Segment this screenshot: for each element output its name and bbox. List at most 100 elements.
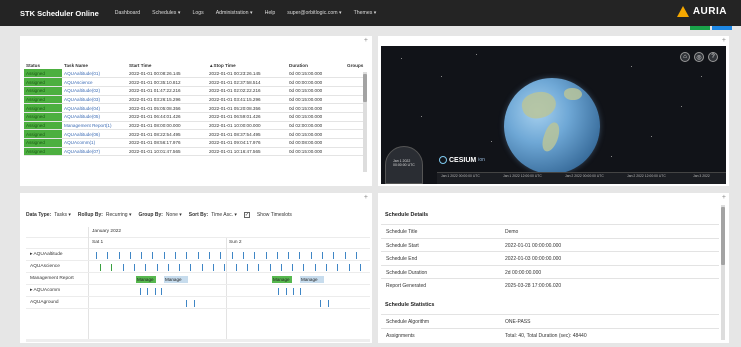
col-start-time[interactable]: Start Time: [127, 62, 207, 69]
earth-globe[interactable]: [504, 78, 600, 174]
gantt-task-bar[interactable]: Manage: [136, 276, 156, 283]
gantt-task-mark[interactable]: [107, 252, 109, 259]
gantt-task-mark[interactable]: [356, 252, 358, 259]
gantt-task-mark[interactable]: [337, 264, 339, 271]
sort-by-select[interactable]: Time Asc. ▾: [211, 212, 237, 218]
gantt-task-mark[interactable]: [288, 252, 290, 259]
gantt-task-mark[interactable]: [157, 264, 159, 271]
gantt-task-mark[interactable]: [270, 264, 272, 271]
nav-administration[interactable]: Administration ▾: [216, 10, 253, 16]
gantt-task-mark[interactable]: [100, 264, 102, 271]
gantt-task-mark[interactable]: [111, 264, 113, 271]
gantt-task-mark[interactable]: [119, 252, 121, 259]
gantt-task-mark[interactable]: [236, 264, 238, 271]
table-row[interactable]: Assigned AQUAaltitude(05) 2022-01-01 06:44…: [24, 112, 366, 122]
nav-help[interactable]: Help: [265, 10, 276, 16]
nav-user-menu[interactable]: super@orbitlogic.com ▾: [287, 10, 341, 16]
table-row[interactable]: Assigned AQUAaltitude(07) 2022-01-01 10:01…: [24, 147, 366, 157]
col-task-name[interactable]: Task Name: [62, 62, 127, 69]
nav-themes[interactable]: Themes ▾: [354, 10, 377, 16]
gantt-task-mark[interactable]: [311, 252, 313, 259]
panel-add-icon[interactable]: +: [722, 194, 726, 201]
gantt-task-mark[interactable]: [186, 300, 188, 307]
gantt-task-mark[interactable]: [232, 252, 234, 259]
gantt-row-aquaground[interactable]: AQUAground: [26, 298, 370, 309]
gantt-task-mark[interactable]: [299, 252, 301, 259]
gantt-task-mark[interactable]: [328, 300, 330, 307]
gantt-task-mark[interactable]: [247, 264, 249, 271]
table-scrollbar-thumb[interactable]: [363, 74, 367, 102]
gantt-task-mark[interactable]: [152, 252, 154, 259]
gantt-task-mark[interactable]: [220, 252, 222, 259]
gantt-task-mark[interactable]: [360, 264, 362, 271]
gantt-task-mark[interactable]: [326, 264, 328, 271]
gantt-task-mark[interactable]: [190, 264, 192, 271]
animation-clock-widget[interactable]: Jan 1 2022 00:00:00 UTC: [385, 146, 423, 184]
timeline-bar[interactable]: Jan 1 2022 00:00:00 UTC Jan 1 2022 12:00…: [437, 172, 726, 184]
gantt-task-mark[interactable]: [315, 264, 317, 271]
panel-add-icon[interactable]: +: [722, 37, 726, 44]
group-by-select[interactable]: None ▾: [166, 212, 182, 218]
gantt-task-mark[interactable]: [293, 288, 295, 295]
gantt-task-mark[interactable]: [258, 264, 260, 271]
gantt-task-mark[interactable]: [168, 264, 170, 271]
gantt-task-mark[interactable]: [300, 288, 302, 295]
nav-logs[interactable]: Logs: [192, 10, 203, 16]
table-row[interactable]: Assigned AQUAcomm(1) 2022-01-01 08:56:17.9…: [24, 138, 366, 148]
table-row[interactable]: Assigned AQUAaltitude(01) 2022-01-01 00:08…: [24, 69, 366, 79]
gantt-task-mark[interactable]: [140, 288, 142, 295]
gantt-task-mark[interactable]: [209, 252, 211, 259]
gantt-task-mark[interactable]: [243, 252, 245, 259]
nav-schedules[interactable]: Schedules ▾: [152, 10, 180, 16]
cesium-credit-logo[interactable]: CESIUM ion: [439, 156, 485, 164]
gantt-task-mark[interactable]: [161, 288, 163, 295]
gantt-task-mark[interactable]: [141, 252, 143, 259]
gantt-task-mark[interactable]: [175, 252, 177, 259]
gantt-task-mark[interactable]: [194, 300, 196, 307]
show-timeslots-checkbox[interactable]: ✓: [243, 212, 250, 218]
gantt-task-mark[interactable]: [333, 252, 335, 259]
gantt-task-mark[interactable]: [147, 288, 149, 295]
gantt-task-mark[interactable]: [213, 264, 215, 271]
gantt-horizontal-scrollbar[interactable]: [26, 339, 370, 342]
gantt-task-bar[interactable]: Manage: [272, 276, 292, 283]
panel-add-icon[interactable]: +: [364, 37, 368, 44]
gantt-task-mark[interactable]: [278, 288, 280, 295]
gantt-task-mark[interactable]: [303, 264, 305, 271]
gantt-task-mark[interactable]: [155, 288, 157, 295]
table-row[interactable]: Assigned AQUAscience 2022-01-01 00:35:10.8…: [24, 77, 366, 87]
gantt-task-mark[interactable]: [224, 264, 226, 271]
gantt-task-mark[interactable]: [134, 264, 136, 271]
gantt-task-mark[interactable]: [186, 252, 188, 259]
home-view-button[interactable]: ⌂: [680, 52, 690, 62]
gantt-task-mark[interactable]: [202, 264, 204, 271]
rollup-by-select[interactable]: Recurring ▾: [106, 212, 132, 218]
gantt-task-mark[interactable]: [96, 252, 98, 259]
table-row[interactable]: Assigned AQUAaltitude(03) 2022-01-01 03:26…: [24, 95, 366, 105]
gantt-task-mark[interactable]: [322, 252, 324, 259]
gantt-task-mark[interactable]: [164, 252, 166, 259]
gantt-task-mark[interactable]: [281, 264, 283, 271]
gantt-task-bar[interactable]: Manage: [300, 276, 324, 283]
col-stop-time[interactable]: ▲Stop Time: [207, 62, 287, 69]
col-status[interactable]: Status: [24, 62, 62, 69]
gantt-task-mark[interactable]: [179, 264, 181, 271]
gantt-task-mark[interactable]: [286, 288, 288, 295]
table-row[interactable]: Assigned AQUAaltitude(04) 2022-01-01 05:05…: [24, 103, 366, 113]
gantt-task-mark[interactable]: [254, 252, 256, 259]
panel-add-icon[interactable]: +: [364, 194, 368, 201]
help-button[interactable]: ?: [708, 52, 718, 62]
gantt-task-mark[interactable]: [345, 252, 347, 259]
table-scrollbar[interactable]: [363, 72, 367, 172]
gantt-task-mark[interactable]: [123, 264, 125, 271]
data-type-select[interactable]: Tasks ▾: [54, 212, 71, 218]
gantt-row-aquascience[interactable]: AQUAscience: [26, 262, 370, 273]
table-row[interactable]: Assigned AQUAaltitude(06) 2022-01-01 08:22…: [24, 129, 366, 139]
table-row[interactable]: Assigned Management Report(1) 2022-01-01 0…: [24, 121, 366, 131]
app-brand[interactable]: STK Scheduler Online: [20, 9, 99, 18]
table-row[interactable]: Assigned AQUAaltitude(02) 2022-01-01 01:47…: [24, 86, 366, 96]
gantt-row-aquaaltitude[interactable]: ▸ AQUAaltitude: [26, 250, 370, 261]
gantt-task-mark[interactable]: [145, 264, 147, 271]
gantt-task-mark[interactable]: [130, 252, 132, 259]
gantt-task-mark[interactable]: [198, 252, 200, 259]
